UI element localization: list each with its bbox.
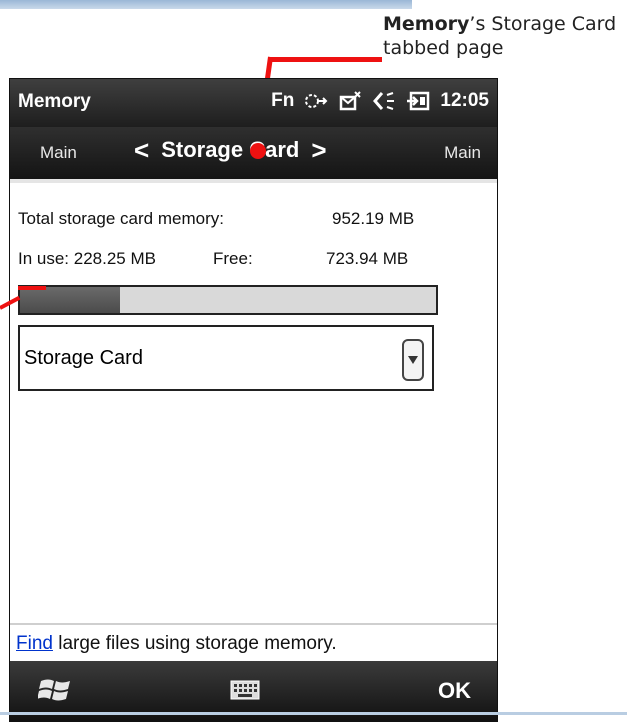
usage-progress-bar: [18, 285, 438, 315]
callout-line-horizontal: [270, 57, 382, 62]
top-rule: [0, 0, 412, 9]
bottom-rule: [0, 712, 627, 715]
status-bar: Memory Fn 12:05: [10, 79, 497, 127]
storage-select-value: Storage Card: [24, 347, 143, 369]
status-icons: Fn 12:05: [271, 90, 489, 112]
windows-start-icon[interactable]: [38, 675, 72, 705]
storage-select[interactable]: Storage Card: [18, 325, 434, 391]
volume-icon[interactable]: [372, 90, 396, 112]
callout-dot: [250, 143, 266, 159]
tab-main-right[interactable]: Main: [444, 143, 481, 163]
messaging-icon[interactable]: [338, 90, 362, 112]
callout-line-left-2: [18, 286, 46, 290]
total-memory-label: Total storage card memory:: [18, 209, 224, 228]
chevron-down-icon[interactable]: [402, 339, 424, 381]
chevron-right-icon[interactable]: >: [311, 137, 326, 163]
in-use-label: In use: 228.25 MB: [18, 249, 156, 268]
app-title: Memory: [18, 91, 91, 112]
find-link[interactable]: Find: [16, 633, 53, 654]
current-tab-label: Storage Card: [161, 137, 300, 162]
battery-icon[interactable]: [406, 90, 430, 112]
free-label: Free:: [213, 249, 253, 268]
callout-caption: Memory’s Storage Card tabbed page: [383, 12, 623, 60]
footer-text: Find large files using storage memory.: [16, 633, 337, 655]
footer-rest: large files using storage memory.: [52, 633, 337, 654]
usage-progress-fill: [20, 287, 120, 313]
connectivity-icon[interactable]: [304, 90, 328, 112]
total-memory-value: 952.19 MB: [332, 209, 415, 228]
storage-card-page: Total storage card memory: 952.19 MB In …: [10, 179, 497, 623]
ok-button[interactable]: OK: [438, 678, 471, 704]
keyboard-icon[interactable]: [230, 679, 260, 701]
footer-bar: Find large files using storage memory.: [10, 623, 497, 663]
tab-storage-card[interactable]: < Storage Card >: [134, 137, 327, 163]
tab-main-left[interactable]: Main: [40, 143, 77, 163]
fn-indicator: Fn: [271, 90, 295, 111]
device-screen: Memory Fn 12:05 Main < Storage Card > Ma…: [9, 78, 498, 722]
clock: 12:05: [440, 90, 489, 111]
chevron-left-icon[interactable]: <: [134, 137, 149, 163]
free-value: 723.94 MB: [326, 249, 409, 268]
callout-bold: Memory: [383, 13, 470, 35]
